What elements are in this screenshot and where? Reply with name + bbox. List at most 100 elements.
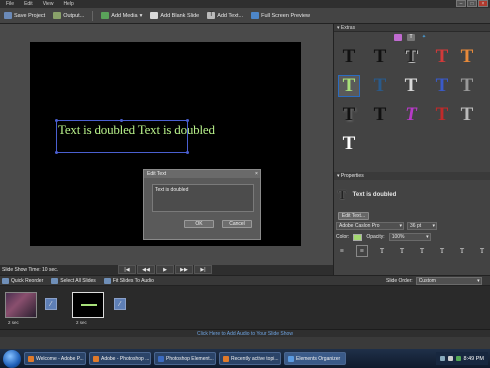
close-icon[interactable]: × <box>253 171 260 177</box>
fit-slides-to-audio-button[interactable]: Fit Slides To Audio <box>103 277 154 284</box>
transport-controls: |◀ ◀◀ ▶ ▶▶ ▶| <box>118 265 212 274</box>
text-style-swatch[interactable]: T <box>400 46 422 68</box>
properties-item-label: Text is doubled <box>352 192 397 198</box>
organizer-icon <box>288 355 294 362</box>
full-screen-preview-button[interactable]: Full Screen Preview <box>251 12 310 19</box>
add-text-button[interactable]: T Add Text... <box>207 12 243 19</box>
volume-icon[interactable] <box>447 356 453 361</box>
maximize-button[interactable]: □ <box>467 0 477 7</box>
slide-thumbnail-selected[interactable] <box>72 292 104 318</box>
text-style-swatch[interactable]: T <box>431 75 453 97</box>
font-size-select[interactable]: 36 pt ▾ <box>407 222 437 230</box>
transition-icon[interactable]: ⁄ <box>45 298 57 310</box>
text-style-swatch[interactable]: T <box>431 46 453 68</box>
security-icon[interactable] <box>455 356 461 361</box>
edit-text-input[interactable]: Text is doubled <box>152 184 254 212</box>
text-style-icon[interactable]: T <box>456 245 468 257</box>
graphics-tab-icon[interactable] <box>394 34 402 41</box>
font-family-select[interactable]: Adobe Caslon Pro ▾ <box>336 222 404 230</box>
font-row: Adobe Caslon Pro ▾ 36 pt ▾ <box>336 222 437 230</box>
text-selection-box[interactable] <box>56 120 188 153</box>
slide-duration[interactable]: 2 sec <box>76 320 87 325</box>
text-style-swatch[interactable]: T <box>369 104 391 126</box>
cancel-button[interactable]: Cancel <box>222 220 252 228</box>
add-blank-slide-button[interactable]: Add Blank Slide <box>150 12 199 19</box>
reorder-icon <box>2 277 9 284</box>
output-icon <box>53 12 62 19</box>
align-center-icon[interactable]: ≡ <box>356 245 368 257</box>
select-all-slides-button[interactable]: Select All Slides <box>51 277 96 284</box>
text-style-swatch[interactable]: T <box>338 104 360 126</box>
thumbnail-text-mark <box>81 304 97 306</box>
slide-strip: 2 sec ⁄ 2 sec ⁄ <box>0 286 490 329</box>
menu-edit[interactable]: Edit <box>24 1 33 7</box>
last-slide-button[interactable]: ▶| <box>194 265 212 274</box>
effects-tab-icon[interactable]: ✦ <box>420 34 428 41</box>
next-slide-button[interactable]: ▶▶ <box>175 265 193 274</box>
text-style-swatch[interactable]: T <box>338 46 360 68</box>
resize-handle[interactable] <box>120 119 123 122</box>
chevron-down-icon: ▾ <box>432 223 435 229</box>
text-style-swatch[interactable]: T <box>456 75 478 97</box>
photoshop-icon <box>158 355 164 362</box>
align-left-icon[interactable]: ≡ <box>336 245 348 257</box>
taskbar-item[interactable]: Welcome - Adobe P... <box>24 352 86 365</box>
slide-order: Slide Order: Custom ▾ <box>386 277 482 285</box>
add-media-button[interactable]: Add Media ▾ <box>101 12 142 19</box>
minimize-button[interactable]: – <box>456 0 466 7</box>
ok-button[interactable]: OK <box>184 220 214 228</box>
start-button[interactable] <box>3 349 21 368</box>
clock[interactable]: 8:49 PM <box>464 356 484 362</box>
close-button[interactable]: × <box>478 0 488 7</box>
select-all-icon <box>51 277 59 284</box>
text-style-swatch[interactable]: T <box>369 46 391 68</box>
first-slide-button[interactable]: |◀ <box>118 265 136 274</box>
resize-handle[interactable] <box>186 151 189 154</box>
text-style-icon[interactable]: T <box>476 245 488 257</box>
toolbar: Save Project Output... Add Media ▾ Add B… <box>0 8 490 24</box>
resize-handle[interactable] <box>186 119 189 122</box>
menu-help[interactable]: Help <box>63 1 73 7</box>
text-style-icon[interactable]: T <box>376 245 388 257</box>
text-tab-icon[interactable]: T <box>407 34 415 41</box>
output-button[interactable]: Output... <box>53 12 84 19</box>
transition-icon[interactable]: ⁄ <box>114 298 126 310</box>
properties-header[interactable]: ▾ Properties <box>334 172 490 180</box>
text-icon: T <box>207 12 216 19</box>
taskbar-item[interactable]: Adobe - Photoshop ... <box>89 352 151 365</box>
text-style-icon[interactable]: T <box>436 245 448 257</box>
text-style-swatch[interactable]: T <box>456 104 478 126</box>
browser-icon <box>93 355 99 362</box>
text-style-swatch[interactable]: T <box>338 133 360 155</box>
color-swatch[interactable] <box>353 233 363 241</box>
play-button[interactable]: ▶ <box>156 265 174 274</box>
resize-handle[interactable] <box>55 119 58 122</box>
opacity-select[interactable]: 100% ▾ <box>388 233 431 241</box>
text-style-swatch[interactable]: T <box>400 75 422 97</box>
edit-text-button[interactable]: Edit Text... <box>338 212 369 220</box>
fit-audio-icon <box>103 277 111 284</box>
network-icon[interactable] <box>439 356 445 361</box>
text-style-swatch[interactable]: T <box>431 104 453 126</box>
text-style-swatch[interactable]: T <box>400 104 422 126</box>
text-style-icon[interactable]: T <box>416 245 428 257</box>
slide-order-select[interactable]: Custom ▾ <box>415 277 482 285</box>
previous-slide-button[interactable]: ◀◀ <box>137 265 155 274</box>
menu-view[interactable]: View <box>43 1 54 7</box>
taskbar-item-active[interactable]: Elements Organizer <box>284 352 346 365</box>
extras-header[interactable]: ▾ Extras <box>334 24 490 32</box>
properties-item: T Text is doubled <box>338 187 396 203</box>
slide-duration[interactable]: 2 sec <box>8 320 19 325</box>
taskbar-item[interactable]: Recently active topi... <box>219 352 281 365</box>
save-project-button[interactable]: Save Project <box>4 12 45 19</box>
add-audio-link[interactable]: Click Here to Add Audio to Your Slide Sh… <box>0 329 490 337</box>
slide-thumbnail[interactable] <box>5 292 37 318</box>
resize-handle[interactable] <box>55 151 58 154</box>
text-style-swatch-selected[interactable]: T <box>338 75 360 97</box>
text-style-icon[interactable]: T <box>396 245 408 257</box>
text-style-swatch[interactable]: T <box>369 75 391 97</box>
text-style-swatch[interactable]: T <box>456 46 478 68</box>
menu-file[interactable]: File <box>6 1 14 7</box>
quick-reorder-button[interactable]: Quick Reorder <box>2 277 43 284</box>
taskbar-item[interactable]: Photoshop Element... <box>154 352 216 365</box>
